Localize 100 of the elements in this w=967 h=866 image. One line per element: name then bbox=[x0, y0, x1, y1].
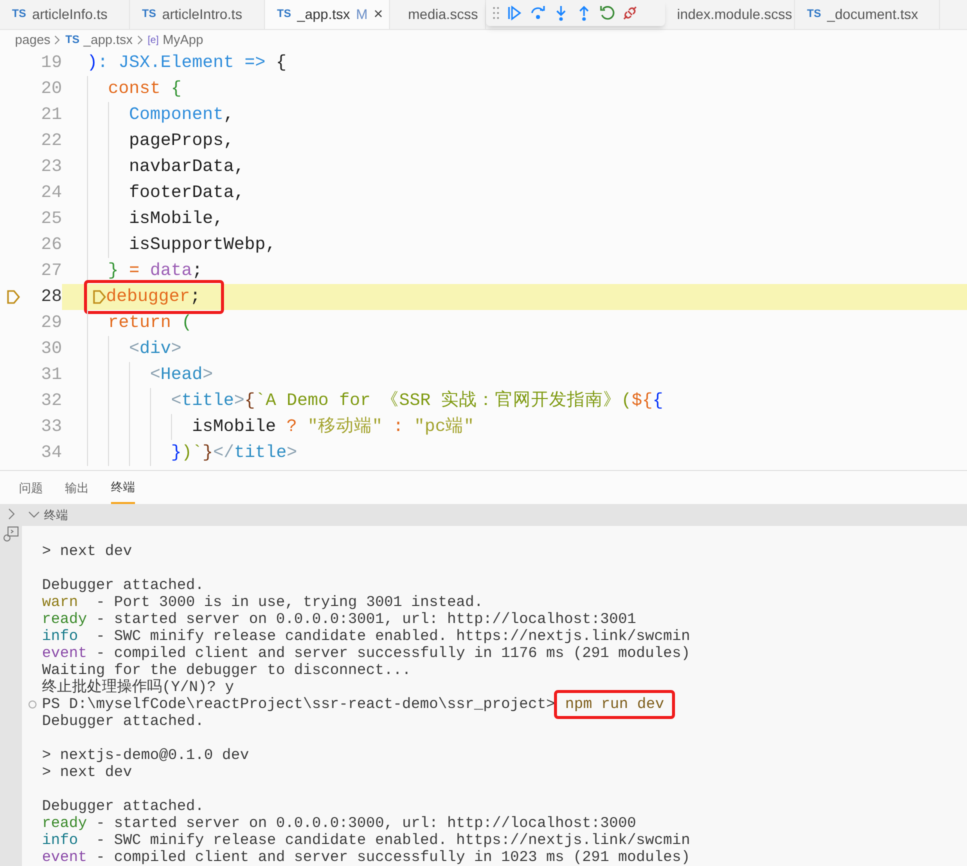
code-token: isMobile, bbox=[129, 208, 224, 231]
panel-tab[interactable]: 输出 bbox=[65, 471, 89, 504]
terminal-text: - SWC minify release candidate enabled. https://nextjs.link/swcmin bbox=[95, 628, 690, 645]
breadcrumb-item[interactable]: pages bbox=[15, 30, 50, 50]
code-token: } bbox=[202, 442, 214, 465]
code-token: } bbox=[171, 442, 182, 465]
breadcrumb-label[interactable]: MyApp bbox=[162, 30, 204, 50]
code-token: > bbox=[234, 390, 245, 413]
code-token: "移动端" bbox=[308, 416, 383, 439]
terminal-text: > nextjs-demo@0.1.0 dev bbox=[42, 747, 250, 764]
code-token: > bbox=[171, 338, 182, 361]
line-number: 32 bbox=[40, 390, 62, 413]
code-token: Head bbox=[160, 364, 203, 387]
code-token: debugger bbox=[106, 286, 190, 309]
typescript-icon: TS bbox=[65, 32, 80, 48]
code-token: title bbox=[182, 390, 234, 413]
line-number: 27 bbox=[40, 260, 62, 283]
terminal-text: > next dev bbox=[42, 543, 132, 560]
chevron-right-icon[interactable] bbox=[7, 508, 15, 520]
code-token: ) bbox=[182, 442, 192, 465]
code-token: = bbox=[128, 260, 141, 283]
command-marker-icon bbox=[28, 700, 37, 709]
terminal-debug-icon[interactable] bbox=[3, 526, 19, 542]
code-token: title bbox=[234, 442, 287, 465]
terminal-text: - SWC minify release candidate enabled. https://nextjs.link/swcmin bbox=[95, 832, 690, 849]
code-token: : bbox=[392, 416, 405, 439]
terminal-text: Debugger attached. bbox=[42, 577, 204, 594]
variable-icon: [e] bbox=[148, 32, 159, 48]
chevron-right-icon bbox=[136, 35, 144, 45]
code-token: , bbox=[224, 104, 234, 127]
typescript-icon: TS bbox=[12, 6, 26, 23]
terminal-text: info bbox=[42, 832, 78, 849]
terminal-text: ready bbox=[42, 815, 88, 832]
breakpoint-arrow-icon bbox=[6, 289, 20, 305]
code-token: > bbox=[286, 442, 298, 465]
code-token: ? bbox=[286, 416, 298, 439]
editor-tab[interactable]: TS articleInfo.ts bbox=[0, 0, 130, 29]
line-number: 20 bbox=[40, 78, 62, 101]
line-number: 29 bbox=[40, 312, 62, 335]
code-token: { bbox=[276, 52, 287, 75]
line-number: 30 bbox=[40, 338, 62, 361]
code-token: const bbox=[108, 78, 162, 101]
line-number: 25 bbox=[40, 208, 62, 231]
line-number: 28 bbox=[40, 286, 62, 309]
terminal-text: 终止批处理操作吗(Y/N)? y bbox=[42, 679, 234, 696]
code-token: div bbox=[140, 338, 172, 361]
terminal-text: event bbox=[42, 849, 88, 866]
line-number: 24 bbox=[40, 182, 62, 205]
code-token: > bbox=[202, 364, 214, 387]
terminal-text: Debugger attached. bbox=[42, 713, 204, 730]
terminal-text: event bbox=[42, 645, 88, 662]
typescript-icon: TS bbox=[277, 6, 292, 23]
code-token: ; bbox=[192, 260, 203, 283]
breakpoint-arrow-icon bbox=[92, 289, 106, 305]
terminal-text: - started server on 0.0.0.0:3000, url: http://localhost:3000 bbox=[95, 815, 636, 832]
terminal-text: - compiled client and server successfully in 1023 ms (291 modules) bbox=[95, 849, 690, 866]
typescript-icon: TS bbox=[142, 6, 156, 23]
step-over-icon[interactable] bbox=[530, 5, 546, 21]
code-token: data bbox=[150, 260, 192, 283]
continue-icon[interactable] bbox=[507, 5, 523, 21]
code-token: < bbox=[171, 390, 182, 413]
terminal-text: ready bbox=[42, 611, 88, 628]
chevron-down-icon[interactable] bbox=[28, 511, 40, 519]
code-token: Component bbox=[129, 104, 224, 127]
code-token: } bbox=[108, 260, 119, 283]
restart-icon[interactable] bbox=[599, 5, 615, 21]
panel-tab[interactable]: 问题 bbox=[19, 471, 43, 504]
terminal-text: Waiting for the debugger to disconnect... bbox=[42, 662, 412, 679]
code-token: ; bbox=[190, 286, 201, 309]
line-number: 22 bbox=[40, 130, 62, 153]
code-token: navbarData, bbox=[129, 156, 245, 179]
code-token: ( bbox=[182, 312, 192, 335]
code-token: { bbox=[244, 390, 256, 413]
terminal-text: - compiled client and server successfully in 1176 ms (291 modules) bbox=[95, 645, 690, 662]
code-token: isSupportWebp, bbox=[129, 234, 276, 257]
code-token: return bbox=[108, 312, 172, 335]
code-token: < bbox=[129, 338, 140, 361]
code-token: ) bbox=[87, 52, 98, 75]
drag-handle-icon[interactable] bbox=[492, 6, 500, 20]
editor-tab[interactable]: TS _app.tsx M × bbox=[265, 0, 390, 29]
line-number: 23 bbox=[40, 156, 62, 179]
code-token: pageProps, bbox=[129, 130, 234, 153]
terminal-section-title: 终端 bbox=[44, 507, 68, 524]
editor-tab[interactable]: TS _document.tsx bbox=[795, 0, 940, 29]
terminal-text: npm run dev bbox=[554, 690, 676, 719]
typescript-icon: TS bbox=[807, 6, 822, 23]
chevron-right-icon bbox=[54, 35, 62, 45]
code-token: isMobile bbox=[192, 416, 276, 439]
terminal-text: warn bbox=[42, 594, 78, 611]
breadcrumb-label[interactable]: _app.tsx bbox=[83, 30, 133, 50]
terminal-text: PS D:\myselfCode\reactProject\ssr-react-demo\ssr_project> bbox=[42, 696, 556, 713]
terminal-text: - started server on 0.0.0.0:3001, url: http://localhost:3001 bbox=[95, 611, 636, 628]
disconnect-icon[interactable] bbox=[622, 5, 638, 21]
code-token: < bbox=[150, 364, 161, 387]
terminal-text: > next dev bbox=[42, 764, 132, 781]
code-token: ${ bbox=[632, 390, 653, 413]
close-icon[interactable]: × bbox=[374, 2, 384, 26]
code-token: { bbox=[652, 390, 664, 413]
line-number: 26 bbox=[40, 234, 62, 257]
code-token: { bbox=[171, 78, 182, 101]
